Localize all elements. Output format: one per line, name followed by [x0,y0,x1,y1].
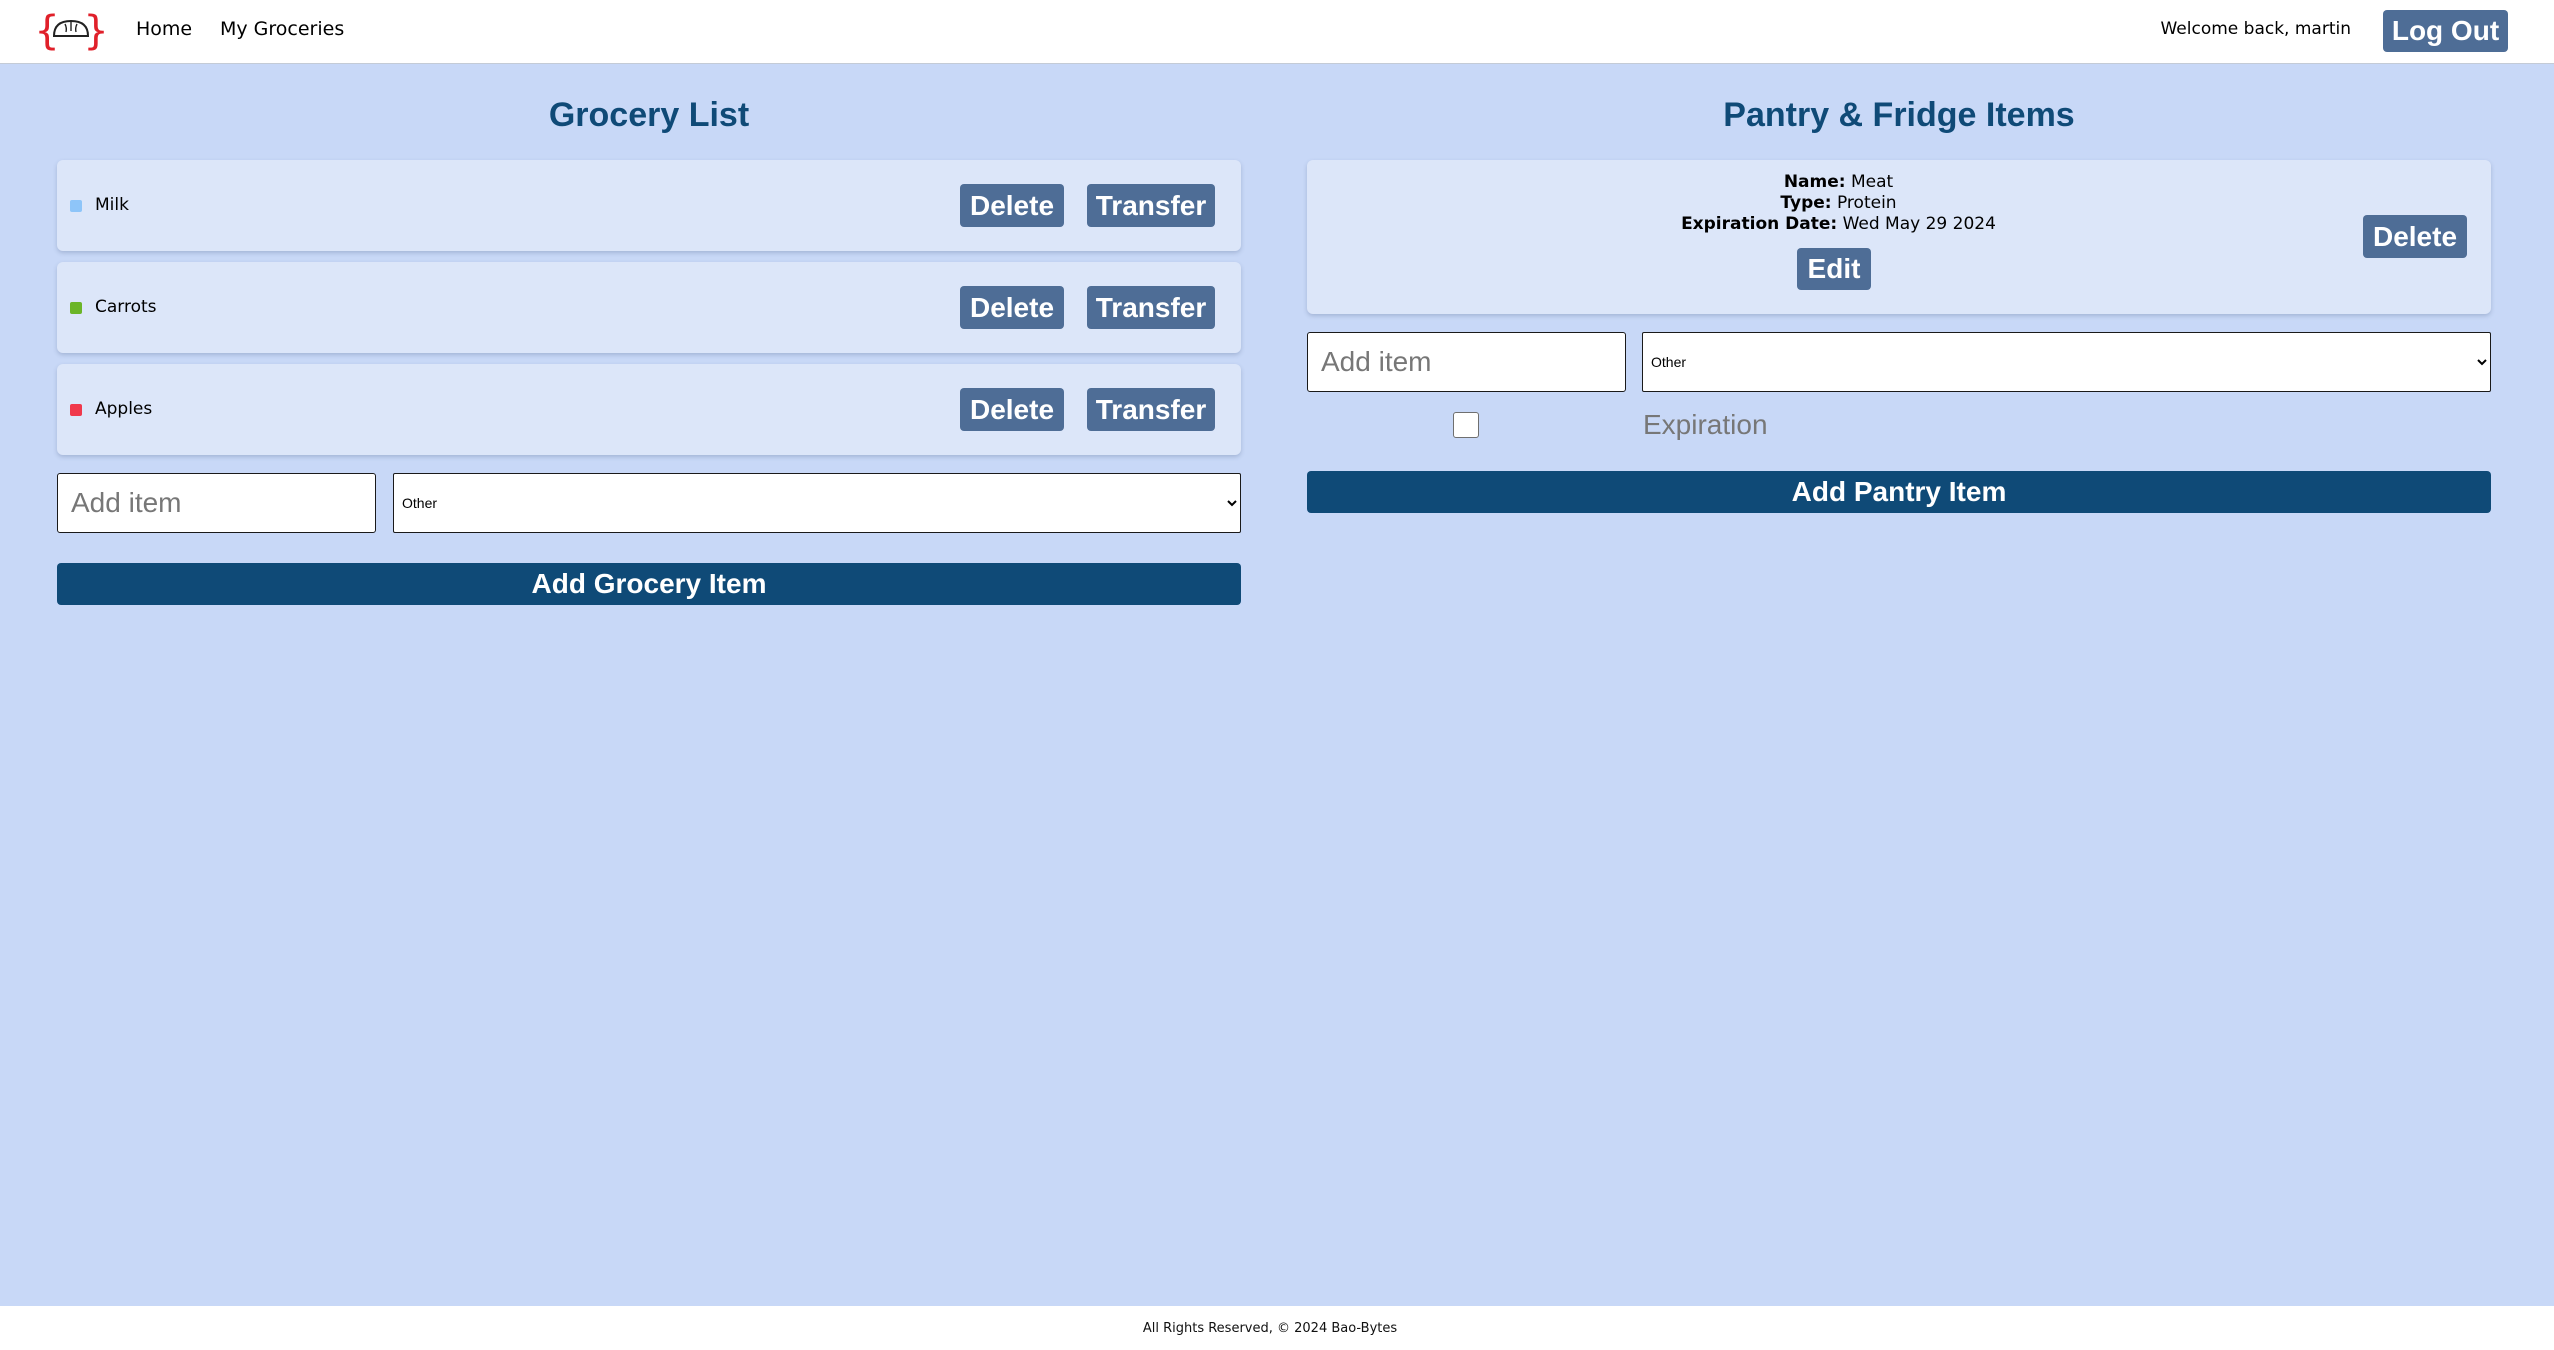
grocery-category-select[interactable]: Other [393,473,1241,533]
pantry-name-label: Name: [1783,172,1846,192]
pantry-item-name: Meat [1850,172,1894,192]
grocery-item: Apples Delete Transfer [57,364,1241,455]
add-pantry-item-button[interactable]: Add Pantry Item [1307,471,2491,513]
delete-grocery-button[interactable]: Delete [960,286,1064,329]
pantry-item-type: Protein [1836,193,1897,213]
category-color-swatch [70,302,82,314]
footer: All Rights Reserved, © 2024 Bao-Bytes [0,1306,2554,1350]
add-grocery-item-button[interactable]: Add Grocery Item [57,563,1241,605]
nav-my-groceries-link[interactable]: My Groceries [220,18,344,40]
pantry-item-name-line: Name: Meat [1307,172,2370,192]
delete-grocery-button[interactable]: Delete [960,388,1064,431]
grocery-add-item-input[interactable] [57,473,376,533]
category-color-swatch [70,200,82,212]
pantry-item-expiration: Wed May 29 2024 [1842,214,1996,234]
pantry-expiration-label: Expiration Date: [1681,214,1838,234]
pantry-title: Pantry & Fridge Items [1723,96,2075,134]
transfer-grocery-button[interactable]: Transfer [1087,286,1215,329]
pantry-item-card: Name: Meat Type: Protein Expiration Date… [1307,160,2491,314]
welcome-message: Welcome back, martin [2160,19,2351,39]
grocery-item-name: Carrots [95,297,157,317]
logout-button[interactable]: Log Out [2383,10,2508,52]
grocery-item: Carrots Delete Transfer [57,262,1241,353]
grocery-item: Milk Delete Transfer [57,160,1241,251]
pantry-item-expiration-line: Expiration Date: Wed May 29 2024 [1307,214,2370,234]
transfer-grocery-button[interactable]: Transfer [1087,184,1215,227]
grocery-list-title: Grocery List [548,96,750,134]
grocery-item-name: Apples [95,399,153,419]
pantry-item-type-line: Type: Protein [1307,193,2370,213]
bao-bun-logo-icon[interactable]: { } [34,4,108,58]
delete-grocery-button[interactable]: Delete [960,184,1064,227]
category-color-swatch [70,404,82,416]
grocery-item-name: Milk [95,195,129,215]
pantry-add-item-input[interactable] [1307,332,1626,392]
transfer-grocery-button[interactable]: Transfer [1087,388,1215,431]
pantry-type-label: Type: [1780,193,1832,213]
expiration-checkbox[interactable] [1453,412,1479,438]
nav-home-link[interactable]: Home [136,18,192,40]
footer-copyright: All Rights Reserved, © 2024 Bao-Bytes [1142,1321,1398,1336]
navbar: { } Home My Groceries Welcome back, mart… [0,0,2554,64]
edit-pantry-button[interactable]: Edit [1797,248,1871,290]
delete-pantry-button[interactable]: Delete [2363,215,2467,258]
pantry-category-select[interactable]: Other [1642,332,2491,392]
expiration-date-placeholder[interactable]: Expiration [1643,409,1768,441]
